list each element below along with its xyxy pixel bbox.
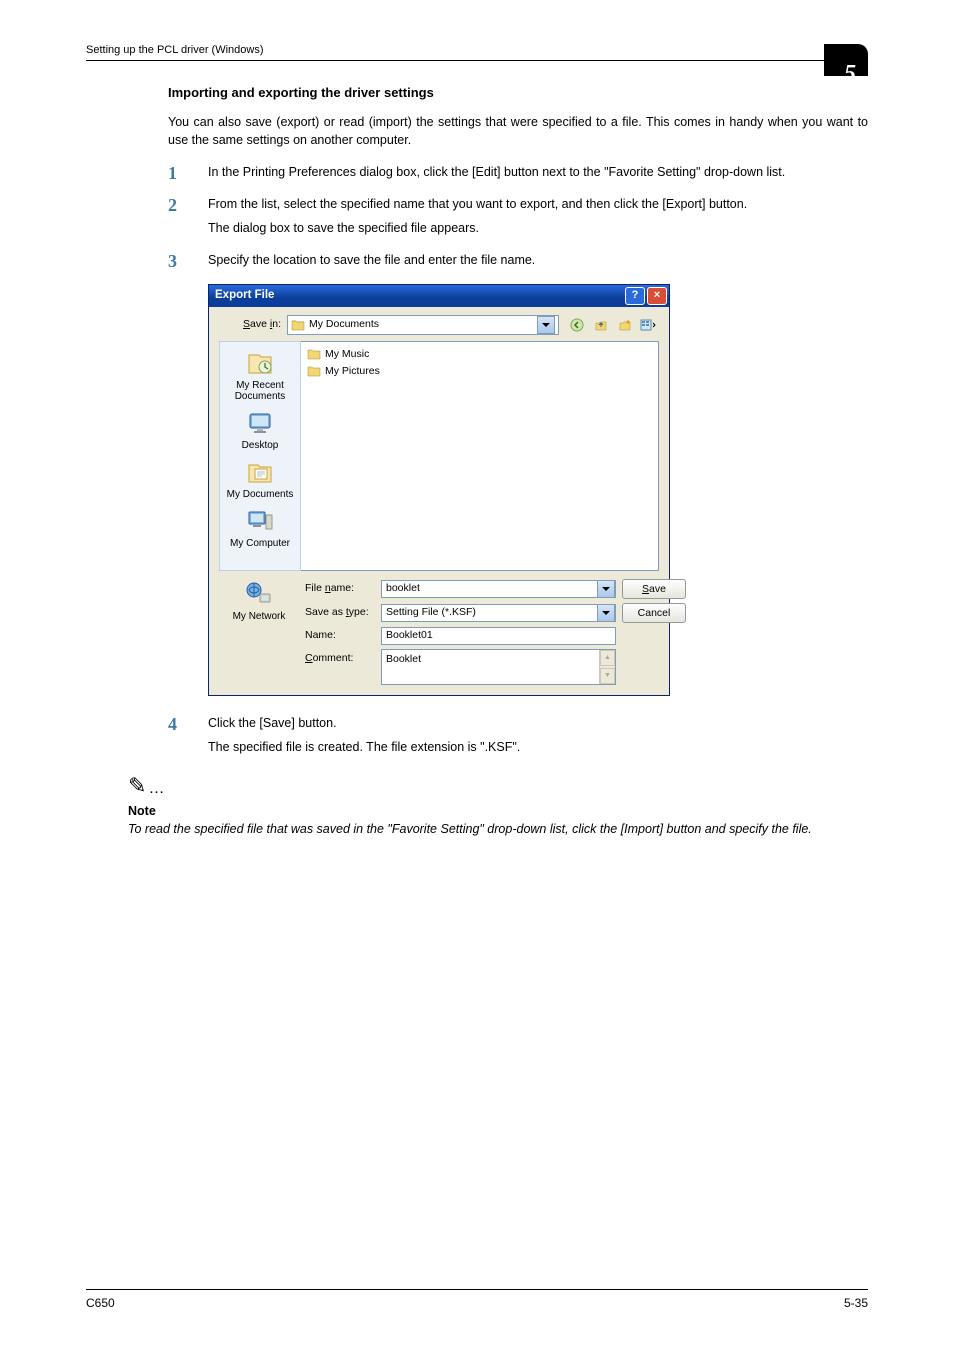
step-text: From the list, select the specified name… — [208, 195, 868, 213]
chapter-badge: 5 — [824, 44, 868, 76]
saveas-value: Setting File (*.KSF) — [386, 605, 476, 620]
step-text: Click the [Save] button. — [208, 714, 868, 732]
comment-textarea[interactable]: Booklet ▲ ▼ — [381, 649, 616, 685]
places-my-recent-documents[interactable]: My Recent Documents — [224, 348, 296, 402]
up-one-level-icon[interactable] — [591, 316, 611, 334]
scroll-down-icon[interactable]: ▼ — [600, 668, 615, 684]
chevron-down-icon[interactable] — [597, 604, 615, 622]
create-new-folder-icon[interactable] — [615, 316, 635, 334]
file-name: My Pictures — [325, 364, 380, 379]
step-1: 1 In the Printing Preferences dialog box… — [168, 163, 868, 181]
note-text: To read the specified file that was save… — [128, 820, 868, 838]
back-icon[interactable] — [567, 316, 587, 334]
comment-label: Comment: — [305, 649, 375, 666]
export-file-dialog: Export File ? × Save in: My Documents — [208, 284, 670, 696]
page-footer: C650 5-35 — [86, 1289, 868, 1310]
name-label: Name: — [305, 628, 375, 643]
filename-input[interactable]: booklet — [381, 580, 616, 598]
saveas-label: Save as type: — [305, 605, 375, 620]
place-label: Desktop — [242, 440, 279, 451]
main-area: My Recent Documents Desktop — [219, 341, 659, 571]
note-block: ✎… Note To read the specified file that … — [128, 770, 868, 838]
dialog-title: Export File — [215, 287, 623, 304]
content-area: Importing and exporting the driver setti… — [168, 84, 868, 838]
places-bar-lower: My Network — [219, 579, 299, 685]
step-number: 1 — [168, 160, 177, 186]
help-button[interactable]: ? — [625, 287, 645, 305]
file-list[interactable]: My Music My Pictures — [301, 341, 659, 571]
scrollbar[interactable]: ▲ ▼ — [599, 650, 615, 684]
places-my-computer[interactable]: My Computer — [224, 506, 296, 549]
name-input[interactable]: Booklet01 — [381, 627, 616, 645]
recent-documents-icon — [243, 348, 277, 378]
cancel-button[interactable]: Cancel — [622, 603, 686, 623]
places-bar: My Recent Documents Desktop — [219, 341, 301, 571]
screenshot-export-file-dialog: Export File ? × Save in: My Documents — [208, 284, 668, 696]
save-in-value: My Documents — [309, 317, 379, 332]
save-in-row: Save in: My Documents — [219, 315, 659, 335]
places-my-documents[interactable]: My Documents — [224, 457, 296, 500]
step-text: In the Printing Preferences dialog box, … — [208, 163, 868, 181]
footer-page: 5-35 — [844, 1296, 868, 1310]
close-button[interactable]: × — [647, 287, 667, 305]
step-number: 2 — [168, 192, 177, 218]
place-label: My Network — [233, 611, 286, 622]
desktop-icon — [243, 408, 277, 438]
my-network-icon — [242, 579, 276, 609]
save-button[interactable]: Save — [622, 579, 686, 599]
file-name: My Music — [325, 347, 369, 362]
step-3: 3 Specify the location to save the file … — [168, 251, 868, 269]
chevron-down-icon[interactable] — [537, 316, 555, 334]
step-2: 2 From the list, select the specified na… — [168, 195, 868, 237]
dialog-toolbar — [567, 316, 659, 334]
step-4: 4 Click the [Save] button. The specified… — [168, 714, 868, 756]
my-documents-icon — [243, 457, 277, 487]
save-in-combo[interactable]: My Documents — [287, 315, 559, 335]
places-my-network[interactable]: My Network — [223, 579, 295, 622]
running-head: Setting up the PCL driver (Windows) — [86, 44, 264, 56]
step-subtext: The dialog box to save the specified fil… — [208, 219, 868, 237]
note-label: Note — [128, 802, 868, 820]
chevron-down-icon[interactable] — [597, 580, 615, 598]
intro-paragraph: You can also save (export) or read (impo… — [168, 113, 868, 149]
section-heading: Importing and exporting the driver setti… — [168, 84, 868, 103]
scroll-up-icon[interactable]: ▲ — [600, 650, 615, 666]
filename-label: File name: — [305, 581, 375, 596]
my-computer-icon — [243, 506, 277, 536]
footer-model: C650 — [86, 1296, 115, 1310]
comment-value: Booklet — [386, 653, 421, 665]
folder-icon — [307, 365, 321, 377]
place-label: My Recent Documents — [235, 380, 286, 402]
titlebar: Export File ? × — [209, 285, 669, 307]
place-label: My Computer — [230, 538, 290, 549]
note-icon: ✎… — [128, 770, 868, 802]
folder-icon — [291, 319, 305, 331]
save-in-label: Save in: — [219, 317, 287, 332]
filename-value: booklet — [386, 581, 420, 596]
name-value: Booklet01 — [386, 628, 433, 643]
places-desktop[interactable]: Desktop — [224, 408, 296, 451]
step-text: Specify the location to save the file an… — [208, 251, 868, 269]
views-icon[interactable] — [639, 316, 659, 334]
step-number: 3 — [168, 248, 177, 274]
folder-icon — [307, 348, 321, 360]
list-item[interactable]: My Pictures — [305, 363, 654, 380]
dialog-body: Save in: My Documents — [209, 307, 669, 695]
saveas-combo[interactable]: Setting File (*.KSF) — [381, 604, 616, 622]
list-item[interactable]: My Music — [305, 346, 654, 363]
bottom-controls: My Network File name: booklet Save Save … — [219, 579, 659, 685]
step-number: 4 — [168, 711, 177, 737]
page-header: Setting up the PCL driver (Windows) 5 — [86, 36, 868, 61]
step-subtext: The specified file is created. The file … — [208, 738, 868, 756]
place-label: My Documents — [227, 489, 294, 500]
